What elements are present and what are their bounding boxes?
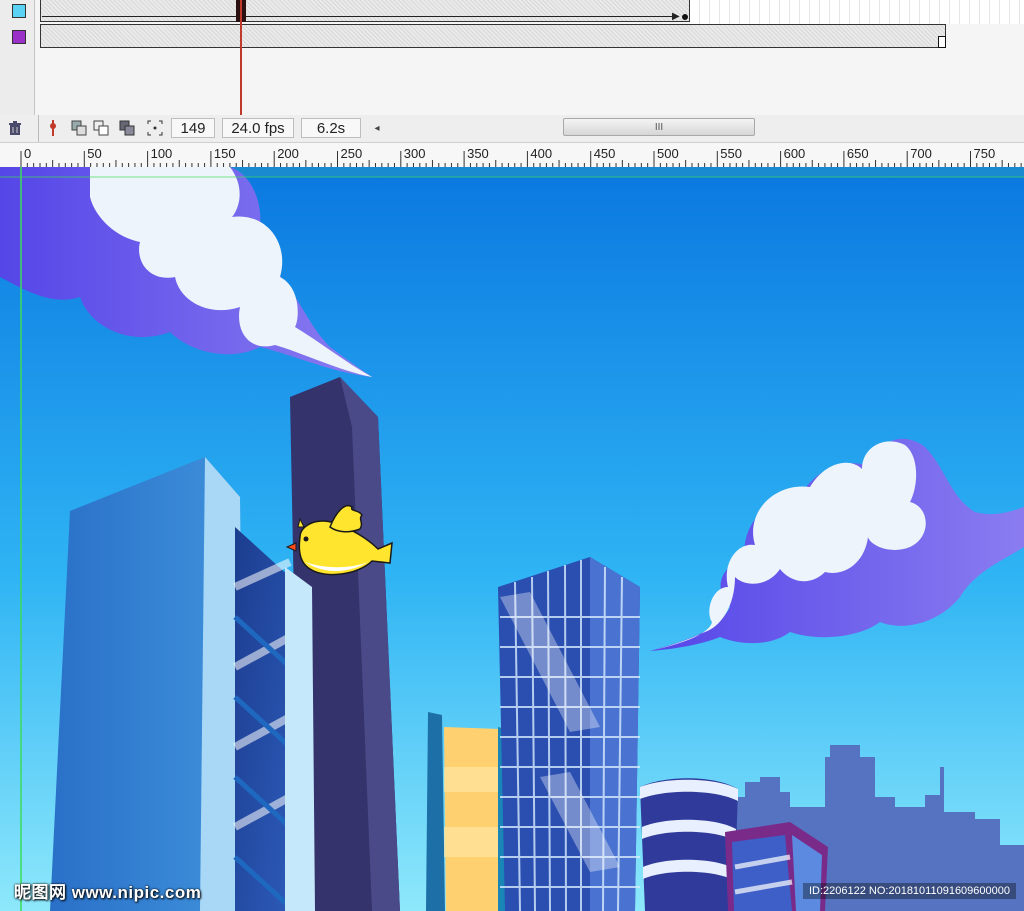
trash-icon[interactable]	[6, 119, 24, 137]
ruler-label: 250	[341, 146, 363, 161]
ruler-label: 0	[24, 146, 31, 161]
frames-area[interactable]	[40, 0, 1024, 50]
edit-multiple-frames-icon[interactable]	[118, 119, 136, 137]
layer-column	[0, 0, 35, 115]
ruler-label: 400	[530, 146, 552, 161]
horizontal-scroll-thumb[interactable]: III	[563, 118, 755, 136]
ruler-ticks: 0 50 100 150 200 250 300 350 400 450 500 550 600 650 7…	[20, 146, 1022, 167]
ruler-label: 350	[467, 146, 489, 161]
playhead-line[interactable]	[240, 0, 242, 115]
ruler-label: 450	[594, 146, 616, 161]
ruler-label: 550	[720, 146, 742, 161]
onion-skin-icon[interactable]	[70, 119, 88, 137]
elapsed-time-display: 6.2s	[301, 118, 361, 138]
frame-row-2[interactable]	[40, 24, 946, 48]
frame-row-1[interactable]	[40, 0, 690, 22]
layer-swatch-purple[interactable]	[12, 30, 26, 44]
ruler-label: 50	[87, 146, 101, 161]
tween-arrow-head-icon: ▶	[672, 11, 680, 22]
watermark-id: ID:2206122 NO:20181011091609600000	[802, 883, 1016, 899]
onion-outline-icon[interactable]	[92, 119, 110, 137]
timeline-panel: ▶	[0, 0, 1024, 115]
layer-swatch-cyan[interactable]	[12, 4, 26, 18]
ruler-label: 700	[910, 146, 932, 161]
stage-canvas[interactable]: 昵图网 www.nipic.com ID:2206122 NO:20181011…	[0, 167, 1024, 911]
ruler-label: 100	[151, 146, 173, 161]
frame-rate-display[interactable]: 24.0 fps	[222, 118, 294, 138]
tween-arrow-line	[42, 16, 678, 17]
horizontal-ruler: 0 50 100 150 200 250 300 350 400 450 500 550 600 650 7…	[0, 143, 1024, 168]
end-frame-marker[interactable]	[938, 36, 946, 48]
ruler-label: 500	[657, 146, 679, 161]
ruler-label: 750	[974, 146, 996, 161]
scroll-left-arrow-icon[interactable]: ◂	[370, 119, 384, 137]
stage-artwork	[0, 167, 1024, 911]
glass-tower	[498, 557, 640, 911]
current-frame-display: 149	[171, 118, 215, 138]
ruler-label: 650	[847, 146, 869, 161]
empty-frame-cells[interactable]	[690, 0, 1024, 24]
watermark-site-logo: 昵图网 www.nipic.com	[14, 883, 202, 902]
striped-building	[640, 778, 738, 911]
keyframe-dot[interactable]	[682, 14, 688, 20]
ruler-label: 200	[277, 146, 299, 161]
toolbar-divider	[38, 115, 39, 142]
ruler-label: 150	[214, 146, 236, 161]
timeline-toolbar: 149 24.0 fps 6.2s ◂ III	[0, 115, 1024, 143]
onion-skin-marker-icon[interactable]	[44, 119, 62, 137]
ruler-label: 600	[784, 146, 806, 161]
ruler-label: 300	[404, 146, 426, 161]
modify-markers-icon[interactable]	[146, 119, 164, 137]
